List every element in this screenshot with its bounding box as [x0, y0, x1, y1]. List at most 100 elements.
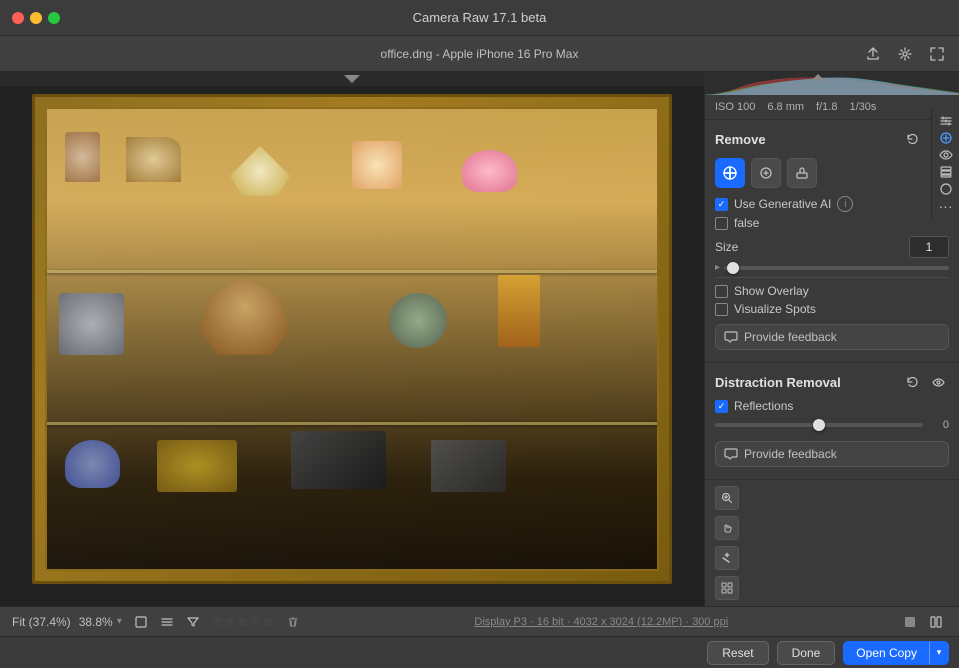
- visualize-spots-label: Visualize Spots: [734, 302, 816, 316]
- top-strip: [0, 72, 704, 86]
- zoom-value: 38.8%: [79, 615, 113, 629]
- split-view-btn[interactable]: [925, 611, 947, 633]
- reflections-row: Reflections: [715, 399, 949, 413]
- action-footer: Reset Done Open Copy ▾: [0, 636, 959, 668]
- histogram-collapse: [705, 74, 931, 81]
- histogram-area: [705, 72, 959, 95]
- photo-container[interactable]: [0, 72, 704, 606]
- filter-btn[interactable]: [182, 611, 204, 633]
- distraction-undo-btn[interactable]: [901, 371, 923, 393]
- show-overlay-checkbox[interactable]: [715, 285, 728, 298]
- divider-1: [715, 277, 949, 278]
- remove-feedback-btn[interactable]: Provide feedback: [715, 324, 949, 350]
- more-icon-btn[interactable]: ···: [934, 197, 958, 214]
- generative-ai-info-icon[interactable]: i: [837, 196, 853, 212]
- remove-undo-btn[interactable]: [901, 128, 923, 150]
- slider-min-icon: ▸: [715, 262, 720, 273]
- star-3[interactable]: ☆: [237, 615, 248, 629]
- size-label: Size: [715, 240, 738, 254]
- star-rating[interactable]: ☆ ☆ ☆ ☆ ☆: [212, 615, 274, 629]
- size-slider-row: ▸: [715, 262, 949, 273]
- window-title: Camera Raw 17.1 beta: [413, 10, 547, 25]
- aperture-value: f/1.8: [816, 101, 837, 113]
- visualize-spots-checkbox[interactable]: [715, 303, 728, 316]
- iso-value: ISO 100: [715, 101, 755, 113]
- zoom-tools: [705, 480, 959, 606]
- tool-buttons: [715, 158, 949, 188]
- size-slider-thumb[interactable]: [727, 262, 739, 274]
- eye-icon-btn[interactable]: [934, 146, 958, 163]
- remove-feedback-label: Provide feedback: [744, 330, 837, 344]
- zoom-dropdown-icon[interactable]: ▾: [117, 616, 122, 627]
- minimize-button[interactable]: [30, 12, 42, 24]
- reflections-slider-row: 0: [715, 419, 949, 431]
- star-4[interactable]: ☆: [250, 615, 261, 629]
- subtitle-actions: [859, 40, 951, 68]
- reset-button[interactable]: Reset: [707, 641, 768, 665]
- heal-tool-btn[interactable]: [715, 158, 745, 188]
- generative-ai-label: Use Generative AI: [734, 197, 831, 211]
- stamp-tool-btn[interactable]: [787, 158, 817, 188]
- delete-btn[interactable]: [282, 611, 304, 633]
- file-info: office.dng - Apple iPhone 16 Pro Max: [381, 47, 579, 61]
- distraction-feedback-label: Provide feedback: [744, 447, 837, 461]
- maximize-button[interactable]: [48, 12, 60, 24]
- size-value[interactable]: 1: [909, 236, 949, 258]
- magic-wand-btn[interactable]: [715, 546, 739, 570]
- right-toolbar: ···: [931, 108, 959, 218]
- grid-view-btn[interactable]: [715, 576, 739, 600]
- view-controls: [130, 611, 204, 633]
- star-2[interactable]: ☆: [225, 615, 236, 629]
- reflections-label: Reflections: [734, 399, 793, 413]
- single-view-btn[interactable]: [899, 611, 921, 633]
- generative-ai-checkbox[interactable]: [715, 198, 728, 211]
- clone-tool-btn[interactable]: [751, 158, 781, 188]
- size-row: Size 1: [715, 236, 949, 258]
- open-copy-button[interactable]: Open Copy: [843, 641, 929, 665]
- done-button[interactable]: Done: [777, 641, 836, 665]
- size-slider-track[interactable]: [724, 266, 949, 270]
- remove-header: Remove: [715, 128, 949, 150]
- distraction-header: Distraction Removal: [715, 371, 949, 393]
- remove-section: Remove: [705, 120, 959, 363]
- remove-title: Remove: [715, 132, 766, 147]
- right-panel: ··· ISO 100 6.8 mm f/1.8 1/30s Remove: [704, 72, 959, 606]
- bottom-bar: Fit (37.4%) 38.8% ▾ ☆ ☆ ☆ ☆ ☆ Display P3…: [0, 606, 959, 636]
- detect-objects-row: false: [715, 216, 949, 230]
- distraction-feedback-btn[interactable]: Provide feedback: [715, 441, 949, 467]
- circle-icon-btn[interactable]: [934, 180, 958, 197]
- view-toggle: [899, 611, 947, 633]
- view-mode-btn[interactable]: [130, 611, 152, 633]
- star-5[interactable]: ☆: [263, 615, 274, 629]
- heal-icon-btn[interactable]: [934, 129, 958, 146]
- detect-objects-label: false: [734, 216, 759, 230]
- file-info-text: Display P3 · 16 bit · 4032 x 3024 (12.2M…: [474, 616, 728, 628]
- show-overlay-label: Show Overlay: [734, 284, 809, 298]
- layers-icon-btn[interactable]: [934, 163, 958, 180]
- open-copy-group: Open Copy ▾: [843, 641, 949, 665]
- distraction-section: Distraction Removal Reflections: [705, 363, 959, 480]
- close-button[interactable]: [12, 12, 24, 24]
- star-1[interactable]: ☆: [212, 615, 223, 629]
- reflections-checkbox[interactable]: [715, 400, 728, 413]
- focal-value: 6.8 mm: [767, 101, 804, 113]
- export-button[interactable]: [859, 40, 887, 68]
- sort-btn[interactable]: [156, 611, 178, 633]
- hand-tool-btn[interactable]: [715, 516, 739, 540]
- distraction-eye-btn[interactable]: [927, 371, 949, 393]
- detect-objects-checkbox[interactable]: [715, 217, 728, 230]
- fit-label: Fit (37.4%): [12, 615, 71, 629]
- shutter-value: 1/30s: [849, 101, 876, 113]
- subtitle-bar: office.dng - Apple iPhone 16 Pro Max: [0, 36, 959, 72]
- zoom-control[interactable]: 38.8% ▾: [79, 615, 122, 629]
- fullscreen-button[interactable]: [923, 40, 951, 68]
- open-copy-dropdown[interactable]: ▾: [929, 641, 949, 665]
- sliders-icon-btn[interactable]: [934, 112, 958, 129]
- title-bar: Camera Raw 17.1 beta: [0, 0, 959, 36]
- image-panel: [0, 72, 704, 606]
- zoom-in-btn[interactable]: [715, 486, 739, 510]
- reflections-slider-thumb[interactable]: [813, 419, 825, 431]
- main-body: ··· ISO 100 6.8 mm f/1.8 1/30s Remove: [0, 72, 959, 606]
- reflections-slider-track[interactable]: [715, 423, 923, 427]
- settings-button[interactable]: [891, 40, 919, 68]
